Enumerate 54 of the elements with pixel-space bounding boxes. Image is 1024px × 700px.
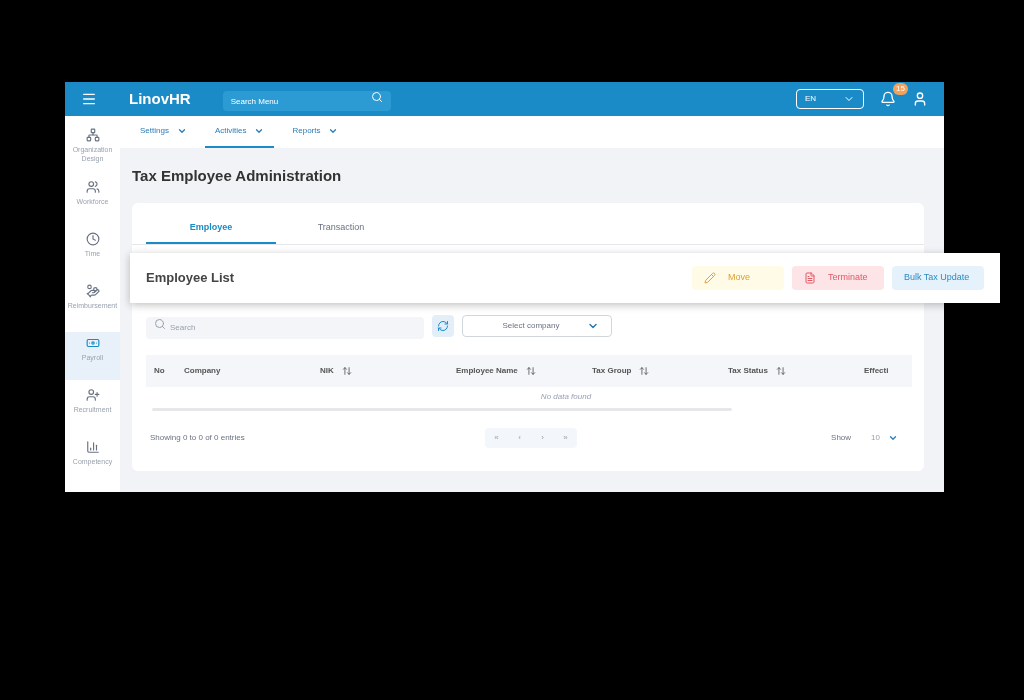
terminate-button[interactable]: Terminate [792,266,884,290]
bell-icon[interactable] [880,91,896,107]
caret-icon [254,126,265,136]
column-header[interactable]: Company [184,364,221,377]
list-title: Employee List [146,269,235,288]
bulk-tax-update-button[interactable]: Bulk Tax Update [892,266,984,290]
entries-summary: Showing 0 to 0 of 0 entries [150,431,246,444]
company-select[interactable]: Select company [462,314,612,337]
search-field[interactable]: Search [146,316,424,339]
people-icon [85,180,100,194]
column-header[interactable]: Tax Status [728,364,786,377]
refresh-icon [437,319,449,332]
column-header[interactable]: No [154,364,165,377]
page-title: Tax Employee Administration [132,166,343,186]
logo: LinovHR [129,88,191,109]
show-label: Show [831,431,852,444]
column-header[interactable]: Effecti [864,364,889,377]
empty-message: No data found [540,390,592,403]
pager-button[interactable]: ‹ [508,427,531,448]
column-header[interactable]: Employee Name [456,364,536,377]
tab[interactable]: Transaction [276,220,406,244]
pager-button[interactable]: « [485,427,508,448]
search-field[interactable]: Search Menu [222,91,391,112]
search-icon [154,318,166,330]
document-icon [804,272,816,284]
page-size-select[interactable]: 10 [863,427,906,448]
add-user-icon [85,388,100,402]
menu-icon[interactable] [81,91,97,107]
caret-icon [328,126,339,136]
clock-icon [85,232,100,246]
column-header[interactable]: Tax Group [592,364,650,377]
sort-icon [525,365,536,376]
banknote-icon [85,336,100,350]
nav-tab[interactable]: Settings [130,116,197,148]
bar-chart-icon [85,440,100,454]
pager-button[interactable]: › [531,427,554,448]
sort-icon [639,365,650,376]
pager-button[interactable]: » [554,427,577,448]
column-header[interactable]: NIK [320,364,352,377]
caret-icon [176,126,187,136]
tab[interactable]: Employee [146,220,276,244]
refresh-button[interactable] [432,314,454,337]
nav-tab[interactable]: Reports [282,116,349,148]
pencil-icon [704,272,716,284]
sort-icon [775,365,786,376]
org-chart-icon [85,128,100,142]
nav-tab[interactable]: Activities [204,116,275,148]
move-button[interactable]: Move [692,266,784,290]
sort-icon [341,365,352,376]
hand-coin-icon [85,284,100,298]
notification-badge: 15 [893,83,908,95]
user-icon[interactable] [912,91,928,107]
search-icon[interactable] [370,90,383,103]
language-select[interactable]: EN [796,89,864,109]
